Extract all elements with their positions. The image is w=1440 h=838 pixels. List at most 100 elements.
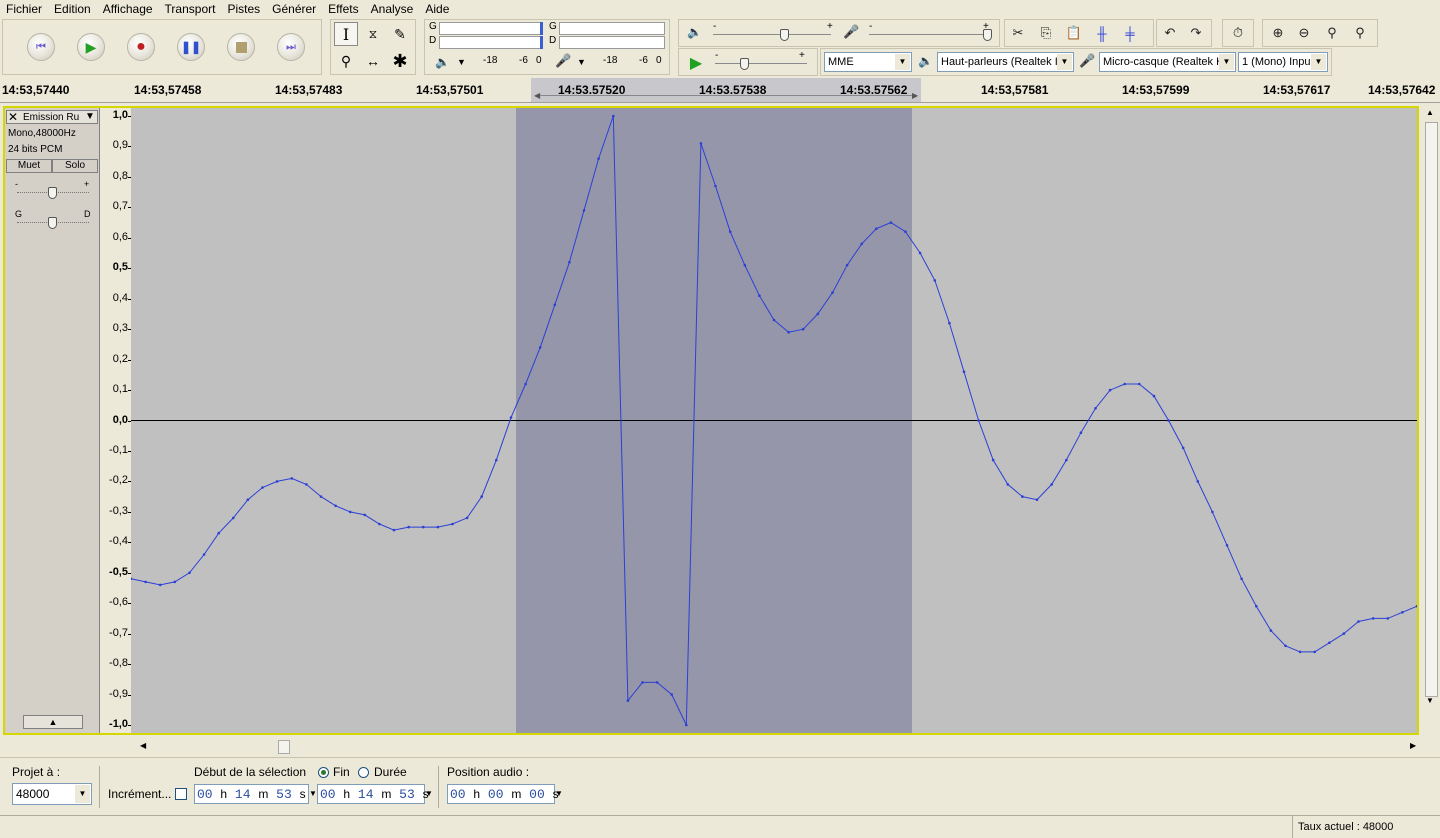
mute-button[interactable]: Muet: [6, 159, 52, 173]
speed-slider-minus: -: [715, 50, 719, 61]
copy-button[interactable]: ⎘: [1035, 22, 1057, 44]
sample-point: [1298, 650, 1302, 654]
rec-scale-minus18: -18: [603, 55, 618, 66]
length-radio[interactable]: [358, 767, 369, 778]
play-meter-right[interactable]: [439, 36, 543, 49]
zoom-out-button[interactable]: ⊖: [1293, 22, 1315, 44]
redo-button[interactable]: ↷: [1185, 22, 1207, 44]
chevron-down-icon[interactable]: ▼: [85, 111, 95, 122]
timeshift-tool[interactable]: ↔: [361, 49, 385, 73]
selection-end-time[interactable]: 00 h 14 m 53 s: [317, 784, 429, 804]
snap-to-checkbox[interactable]: [175, 788, 187, 800]
skip-start-button[interactable]: ⏮: [27, 33, 55, 61]
solo-button[interactable]: Solo: [52, 159, 98, 173]
play-meter-menu-arrow[interactable]: ▼: [457, 57, 466, 67]
selection-start-time[interactable]: 00 h 14 m 53 s: [194, 784, 309, 804]
silence-button[interactable]: ╪: [1119, 22, 1141, 44]
scroll-left-icon[interactable]: ◀: [140, 741, 146, 750]
sample-point: [1035, 498, 1039, 502]
input-channels-select[interactable]: 1 (Mono) Inpu ▼: [1238, 52, 1328, 72]
collapse-track-button[interactable]: ▲: [23, 715, 83, 729]
ruler-label: 14:53,57581: [981, 83, 1049, 97]
fit-project-button[interactable]: ⚲: [1349, 22, 1371, 44]
project-rate-select[interactable]: 48000 ▼: [12, 783, 92, 805]
sample-point: [217, 531, 220, 535]
menu-edition[interactable]: Edition: [48, 0, 97, 17]
input-device-value: Micro-casque (Realtek H: [1103, 56, 1225, 68]
waveform-display[interactable]: [131, 108, 1417, 733]
scroll-down-icon[interactable]: ▼: [1426, 696, 1434, 705]
scroll-right-icon[interactable]: ▶: [1410, 741, 1416, 750]
track-name-menu[interactable]: Emission Ru: [23, 112, 79, 123]
selection-tool[interactable]: I: [334, 22, 358, 46]
output-slider-plus: +: [827, 21, 833, 32]
menu-fichier[interactable]: Fichier: [0, 0, 48, 17]
copy-icon: ⎘: [1040, 25, 1052, 40]
amplitude-label: 0,4: [112, 291, 128, 304]
menu-aide[interactable]: Aide: [419, 0, 455, 17]
track-close-icon[interactable]: ✕: [8, 110, 18, 124]
timeline-ruler[interactable]: ◀ ▶ 14:53,57440 14:53,57458 14:53,57483 …: [0, 78, 1440, 103]
time-format-menu-icon[interactable]: ▼: [309, 789, 317, 798]
play-button[interactable]: ▶: [77, 33, 105, 61]
time-format-menu-icon[interactable]: ▼: [555, 789, 563, 798]
sync-lock-button[interactable]: ⏱: [1227, 22, 1249, 44]
pause-button[interactable]: ❚❚: [177, 33, 205, 61]
horizontal-scrollbar[interactable]: ◀ ▶: [138, 740, 1422, 754]
menu-generer[interactable]: Générer: [266, 0, 322, 17]
amplitude-label: 0,0: [112, 413, 128, 426]
menu-pistes[interactable]: Pistes: [221, 0, 266, 17]
sample-point: [1328, 641, 1331, 645]
multi-tool[interactable]: ✱: [388, 49, 412, 73]
trim-button[interactable]: ╫: [1091, 22, 1113, 44]
scroll-up-icon[interactable]: ▲: [1426, 108, 1434, 117]
pan-slider[interactable]: [48, 217, 57, 229]
cut-button[interactable]: ✂: [1007, 22, 1029, 44]
vertical-amplitude-ruler[interactable]: 1,0 0,9 0,8 0,7 0,6 0,5 0,4 0,3 0,2 0,1 0,0 -0,1 -0,…: [100, 108, 131, 733]
seconds-value: 00: [529, 787, 545, 802]
menu-affichage[interactable]: Affichage: [97, 0, 159, 17]
vertical-scrollbar[interactable]: ▲ ▼: [1423, 106, 1440, 736]
rec-meter-menu-arrow[interactable]: ▼: [577, 57, 586, 67]
play-meter-left[interactable]: [439, 22, 543, 35]
input-volume-slider[interactable]: [983, 29, 992, 41]
output-volume-slider[interactable]: [780, 29, 789, 41]
menu-effets[interactable]: Effets: [322, 0, 364, 17]
vertical-scroll-thumb[interactable]: [1425, 122, 1438, 697]
menu-transport[interactable]: Transport: [159, 0, 222, 17]
horizontal-scroll-thumb[interactable]: [278, 740, 290, 754]
gain-slider[interactable]: [48, 187, 57, 199]
paste-button[interactable]: 📋: [1063, 22, 1085, 44]
end-radio[interactable]: [318, 767, 329, 778]
skip-end-button[interactable]: ⏭: [277, 33, 305, 61]
status-bar: Taux actuel : 48000: [0, 815, 1440, 838]
menu-analyse[interactable]: Analyse: [365, 0, 420, 17]
stop-button[interactable]: [227, 33, 255, 61]
rec-meter-left[interactable]: [559, 22, 665, 35]
ruler-label: 14:53.57562: [840, 83, 908, 97]
chevron-up-icon: ▲: [48, 717, 58, 727]
minutes-unit: m: [511, 787, 522, 801]
draw-tool[interactable]: ✎: [388, 22, 412, 46]
audio-host-select[interactable]: MME ▼: [824, 52, 912, 72]
zoom-in-button[interactable]: ⊕: [1267, 22, 1289, 44]
audio-position-time[interactable]: 00 h 00 m 00 s: [447, 784, 559, 804]
sample-point: [451, 522, 454, 526]
speed-slider[interactable]: [740, 58, 749, 70]
undo-button[interactable]: ↶: [1159, 22, 1181, 44]
input-device-select[interactable]: Micro-casque (Realtek H ▼: [1099, 52, 1236, 72]
sample-point: [612, 114, 615, 118]
output-device-select[interactable]: Haut-parleurs (Realtek I ▼: [937, 52, 1074, 72]
amplitude-label: -0,2: [109, 474, 128, 487]
record-button[interactable]: ●: [127, 33, 155, 61]
microphone-meter-icon: 🎤: [555, 53, 572, 68]
sample-point: [743, 263, 747, 267]
time-format-menu-icon[interactable]: ▼: [425, 789, 433, 798]
zoom-tool[interactable]: ⚲: [334, 49, 358, 73]
envelope-tool[interactable]: ⧖: [361, 22, 385, 46]
rec-meter-right[interactable]: [559, 36, 665, 49]
play-at-speed-toolbar: ▶ - +: [678, 48, 818, 76]
sample-point: [188, 571, 191, 575]
fit-selection-button[interactable]: ⚲: [1321, 22, 1343, 44]
play-at-speed-button[interactable]: ▶: [685, 52, 707, 74]
